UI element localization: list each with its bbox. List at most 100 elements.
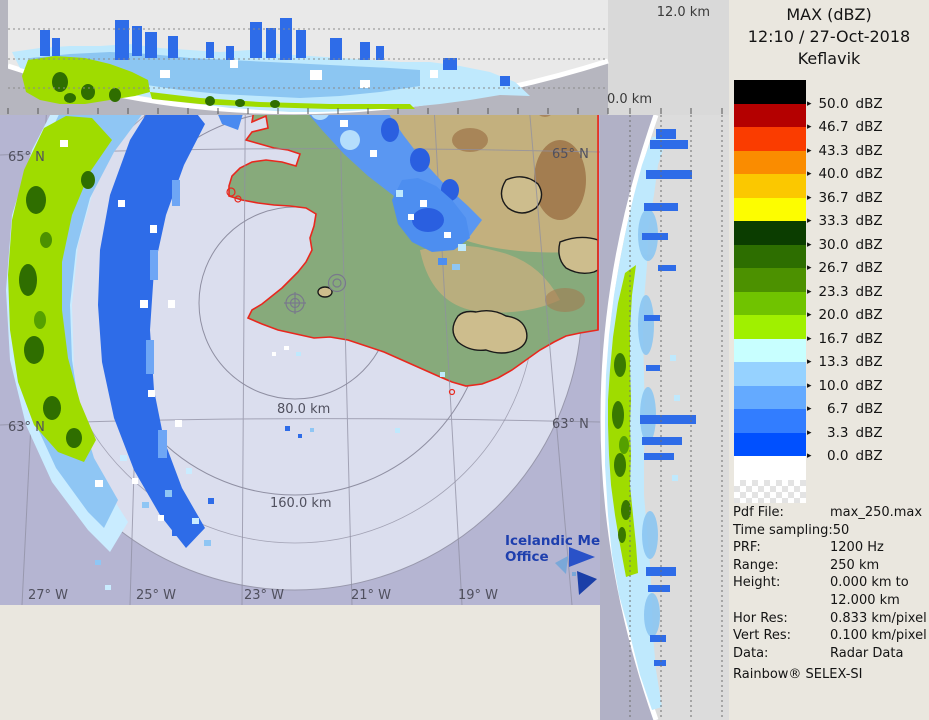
legend-label-arrow: ▸ xyxy=(807,427,812,438)
side-profile-plot xyxy=(600,115,729,720)
metadata-value: 1200 Hz xyxy=(830,540,884,556)
legend-label-arrow: ▸ xyxy=(807,122,812,132)
metadata-value: 0.000 km to xyxy=(830,575,909,591)
legend-label-unit: dBZ xyxy=(855,119,883,135)
legend-label-unit: dBZ xyxy=(855,448,883,464)
legend-band xyxy=(734,315,806,339)
info-sidebar: MAX (dBZ) 12:10 / 27-Oct-2018 Keflavik P… xyxy=(729,0,929,720)
legend-label-unit: dBZ xyxy=(855,354,883,370)
metadata-row: Height: 0.000 km to xyxy=(733,574,927,592)
legend-label: ▸ 30.0 dBZ xyxy=(807,236,883,254)
legend-label: ▸ 40.0 dBZ xyxy=(807,165,883,183)
legend-label: ▸ 43.3 dBZ xyxy=(807,142,883,160)
legend-label: ▸ 20.0 dBZ xyxy=(807,306,883,324)
legend-label-num: 40.0 xyxy=(818,166,849,182)
legend-label: ▸ 46.7 dBZ xyxy=(807,118,883,136)
legend-label-unit: dBZ xyxy=(855,189,883,206)
map-grid-label: 63° N xyxy=(8,420,45,435)
map-grid-label: 80.0 km xyxy=(277,402,330,417)
metadata-row: Vert Res: 0.100 km/pixel xyxy=(733,627,927,645)
metadata-rows: Pdf File: max_250.max Time sampling:50 PRF:… xyxy=(733,504,927,662)
legend-label-arrow: ▸ xyxy=(807,357,812,367)
legend-band xyxy=(734,268,806,292)
map-grid-label: 21° W xyxy=(351,588,391,603)
metadata-label: Hor Res: xyxy=(733,610,788,626)
legend-label-unit: dBZ xyxy=(855,377,883,394)
metadata-label: Height: xyxy=(733,575,781,591)
legend-label-arrow: ▸ xyxy=(807,404,812,414)
legend-label-num: 10.0 xyxy=(818,377,849,394)
product-title: MAX (dBZ) xyxy=(786,5,872,24)
legend-label: ▸ 23.3 dBZ xyxy=(807,283,883,301)
legend-label: ▸ 3.3 dBZ xyxy=(807,424,883,442)
legend-label-unit: dBZ xyxy=(855,283,883,300)
metadata-value: 50 xyxy=(832,522,850,538)
legend-label-num: 43.3 xyxy=(818,142,849,159)
metadata-label: PRF: xyxy=(733,540,761,556)
legend-band xyxy=(734,385,806,409)
legend-label-unit: dBZ xyxy=(855,424,883,441)
legend-label-unit: dBZ xyxy=(855,95,883,112)
legend-label: ▸ 6.7 dBZ xyxy=(807,400,883,418)
top-profile-panel: 12.0 km 0.0 km xyxy=(0,0,729,115)
legend-label-unit: dBZ xyxy=(855,330,883,347)
legend-label-unit: dBZ xyxy=(855,142,883,159)
legend-label-unit: dBZ xyxy=(855,166,883,182)
metadata-value: 250 km xyxy=(830,557,880,573)
legend-label-arrow: ▸ xyxy=(807,451,812,461)
legend-label-arrow: ▸ xyxy=(807,263,812,273)
legend-band xyxy=(734,456,806,480)
legend-label-num: 0.0 xyxy=(827,448,849,464)
legend-label-arrow: ▸ xyxy=(807,310,812,320)
metadata-label: Data: xyxy=(733,645,769,661)
software-name: Rainbow® SELEX-SI xyxy=(733,667,863,683)
legend-label-num: 20.0 xyxy=(818,307,849,323)
legend-label-arrow: ▸ xyxy=(807,333,812,344)
legend-band xyxy=(734,80,806,104)
map-grid-label: 23° W xyxy=(244,588,284,603)
metadata-label: Pdf File: xyxy=(733,505,784,520)
legend-band xyxy=(734,197,806,221)
legend-label: ▸ 0.0 dBZ xyxy=(807,447,883,465)
legend-label-num: 23.3 xyxy=(818,283,849,300)
legend-label: ▸ 50.0 dBZ xyxy=(807,95,883,113)
map-grid-label: 65° N xyxy=(552,147,589,162)
legend-label-num: 3.3 xyxy=(827,424,849,441)
legend-label: ▸ 16.7 dBZ xyxy=(807,330,883,348)
legend-band xyxy=(734,479,806,503)
legend-label: ▸ 33.3 dBZ xyxy=(807,212,883,230)
legend-label-num: 36.7 xyxy=(818,189,849,206)
metadata-row: Hor Res: 0.833 km/pixel xyxy=(733,610,927,628)
legend-label-arrow: ▸ xyxy=(807,239,812,250)
metadata-label: Range: xyxy=(733,557,779,573)
legend-label-unit: dBZ xyxy=(855,236,883,253)
legend-label-arrow: ▸ xyxy=(807,286,812,297)
legend-band xyxy=(734,174,806,198)
metadata-value: Radar Data xyxy=(830,645,904,661)
legend-label-arrow: ▸ xyxy=(807,98,812,109)
legend-label-arrow: ▸ xyxy=(807,192,812,203)
logo-arrows-icon xyxy=(555,547,597,595)
legend-label: ▸ 10.0 dBZ xyxy=(807,377,883,395)
map-grid-label: 65° N xyxy=(8,150,45,165)
legend-band xyxy=(734,103,806,127)
radar-display-window: 12.0 km 0.0 km 27° W 25° W 23° W 21° W 1… xyxy=(0,0,929,720)
color-legend xyxy=(734,80,806,503)
metadata-block: Pdf File: max_250.max Time sampling:50 PRF:… xyxy=(733,504,927,684)
height-axis-max-label: 12.0 km xyxy=(656,5,710,20)
legend-band xyxy=(734,244,806,268)
legend-band xyxy=(734,150,806,174)
legend-label-arrow: ▸ xyxy=(807,169,812,179)
legend-label-arrow: ▸ xyxy=(807,380,812,391)
map-grid-label: 19° W xyxy=(458,588,498,603)
metadata-value: 12.000 km xyxy=(830,592,900,608)
radar-site-name: Keflavik xyxy=(797,49,861,68)
metadata-row: Data: Radar Data xyxy=(733,645,927,663)
legend-label: ▸ 13.3 dBZ xyxy=(807,353,883,371)
legend-label-unit: dBZ xyxy=(855,260,883,276)
legend-band xyxy=(734,362,806,386)
legend-band xyxy=(734,221,806,245)
legend-band xyxy=(734,432,806,456)
legend-label-num: 50.0 xyxy=(818,95,849,112)
metadata-label: Time sampling: xyxy=(733,522,833,538)
